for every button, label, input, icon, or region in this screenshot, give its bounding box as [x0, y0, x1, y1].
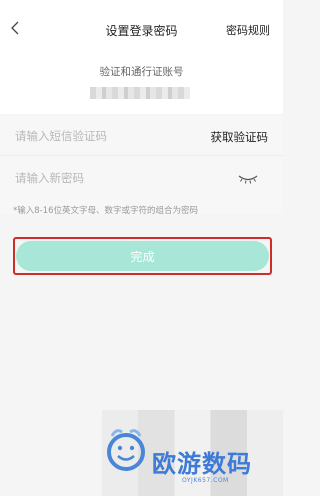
password-hint: *输入8-16位英文字母、数字或字符的组合为密码 [13, 206, 199, 216]
password-rules-link[interactable]: 密码规则 [226, 22, 270, 38]
password-form: 获取验证码 [0, 116, 283, 214]
sms-code-input[interactable] [15, 129, 185, 143]
watermark-text: 欧游数码 [152, 450, 252, 478]
sms-code-row: 获取验证码 [0, 116, 283, 156]
done-button[interactable]: 完成 [16, 241, 269, 271]
account-label: 验证和通行证账号 [99, 66, 184, 78]
watermark: 欧游数码 OYJK657.COM [104, 420, 280, 496]
new-password-row [0, 158, 283, 198]
eye-closed-icon[interactable] [237, 173, 259, 185]
account-value-blurred [90, 87, 190, 99]
navigation-bar: 设置登录密码 密码规则 [0, 0, 283, 46]
get-code-button[interactable]: 获取验证码 [211, 129, 269, 145]
watermark-logo-icon [107, 429, 145, 471]
account-section: 验证和通行证账号 [0, 46, 283, 114]
watermark-subtext: OYJK657.COM [182, 477, 229, 484]
new-password-input[interactable] [15, 171, 185, 185]
